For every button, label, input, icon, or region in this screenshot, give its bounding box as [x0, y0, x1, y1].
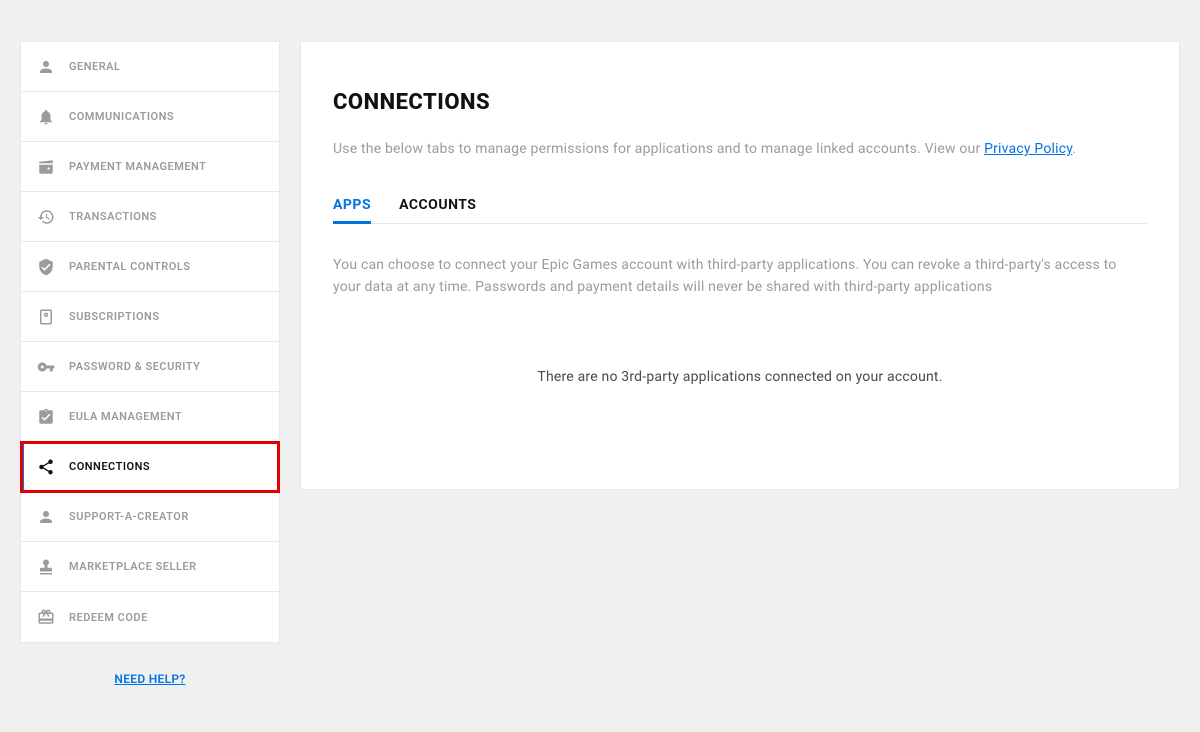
sidebar-item-label: MARKETPLACE SELLER — [69, 560, 197, 573]
key-icon — [37, 358, 55, 376]
sidebar-item-label: PARENTAL CONTROLS — [69, 260, 191, 273]
page-description: Use the below tabs to manage permissions… — [333, 141, 1147, 157]
tab-description: You can choose to connect your Epic Game… — [333, 254, 1147, 299]
sidebar-item-label: COMMUNICATIONS — [69, 110, 174, 123]
history-icon — [37, 208, 55, 226]
page-title: CONNECTIONS — [333, 90, 1147, 115]
shield-check-icon — [37, 258, 55, 276]
sidebar-item-label: TRANSACTIONS — [69, 210, 157, 223]
sidebar-item-label: SUPPORT-A-CREATOR — [69, 510, 189, 523]
receipt-icon — [37, 308, 55, 326]
tab-apps[interactable]: APPS — [333, 187, 371, 223]
privacy-policy-link[interactable]: Privacy Policy — [984, 141, 1072, 157]
sidebar-item-label: REDEEM CODE — [69, 611, 148, 624]
tabs: APPS ACCOUNTS — [333, 187, 1147, 224]
need-help: NEED HELP? — [20, 643, 280, 712]
sidebar-item-parental-controls[interactable]: PARENTAL CONTROLS — [21, 242, 279, 292]
sidebar-item-connections[interactable]: CONNECTIONS — [21, 442, 279, 492]
sidebar-item-label: CONNECTIONS — [69, 460, 150, 473]
sidebar-item-label: PASSWORD & SECURITY — [69, 360, 200, 373]
tab-accounts[interactable]: ACCOUNTS — [399, 187, 476, 223]
sidebar-item-redeem-code[interactable]: REDEEM CODE — [21, 592, 279, 642]
sidebar-item-marketplace-seller[interactable]: MARKETPLACE SELLER — [21, 542, 279, 592]
sidebar-item-eula-management[interactable]: EULA MANAGEMENT — [21, 392, 279, 442]
sidebar-item-support-a-creator[interactable]: SUPPORT-A-CREATOR — [21, 492, 279, 542]
share-icon — [37, 458, 55, 476]
sidebar-item-transactions[interactable]: TRANSACTIONS — [21, 192, 279, 242]
gift-icon — [37, 608, 55, 626]
sidebar-item-label: SUBSCRIPTIONS — [69, 310, 160, 323]
bell-icon — [37, 108, 55, 126]
sidebar-item-subscriptions[interactable]: SUBSCRIPTIONS — [21, 292, 279, 342]
person-solid-icon — [37, 508, 55, 526]
wallet-icon — [37, 158, 55, 176]
person-icon — [37, 58, 55, 76]
sidebar-item-label: GENERAL — [69, 60, 120, 73]
page-desc-text: Use the below tabs to manage permissions… — [333, 141, 984, 157]
empty-message: There are no 3rd-party applications conn… — [333, 369, 1147, 385]
sidebar-item-label: PAYMENT MANAGEMENT — [69, 160, 206, 173]
need-help-link[interactable]: NEED HELP? — [114, 672, 185, 686]
sidebar-item-password-security[interactable]: PASSWORD & SECURITY — [21, 342, 279, 392]
main-panel: CONNECTIONS Use the below tabs to manage… — [300, 41, 1180, 490]
stamp-icon — [37, 558, 55, 576]
clipboard-check-icon — [37, 408, 55, 426]
sidebar-menu: GENERAL COMMUNICATIONS PAYMENT MANAGEMEN… — [20, 41, 280, 643]
page-desc-suffix: . — [1072, 141, 1076, 157]
sidebar-item-general[interactable]: GENERAL — [21, 42, 279, 92]
sidebar-item-communications[interactable]: COMMUNICATIONS — [21, 92, 279, 142]
sidebar: GENERAL COMMUNICATIONS PAYMENT MANAGEMEN… — [20, 41, 280, 712]
sidebar-item-payment-management[interactable]: PAYMENT MANAGEMENT — [21, 142, 279, 192]
sidebar-item-label: EULA MANAGEMENT — [69, 410, 182, 423]
